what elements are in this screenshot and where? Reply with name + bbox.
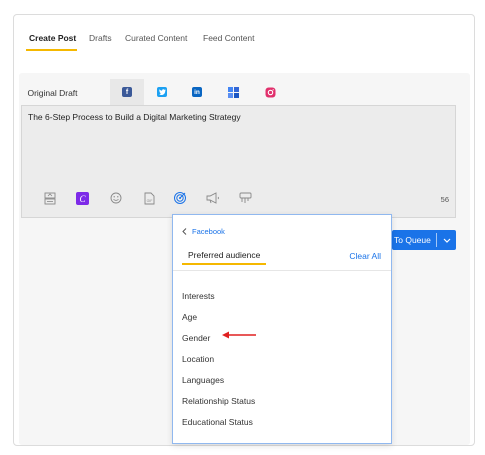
megaphone-icon[interactable]: [206, 191, 220, 205]
svg-text:C: C: [79, 194, 86, 204]
add-to-queue-label: To Queue: [394, 235, 431, 245]
back-to-facebook-link[interactable]: Facebook: [182, 227, 225, 236]
twitter-icon: [157, 87, 167, 97]
tab-linkedin[interactable]: in: [180, 79, 214, 105]
post-editor[interactable]: The 6-Step Process to Build a Digital Ma…: [21, 105, 456, 218]
tab-twitter[interactable]: [145, 79, 179, 105]
chevron-down-icon: [443, 238, 450, 243]
audience-option-location[interactable]: Location: [182, 354, 214, 364]
media-upload-icon[interactable]: [43, 191, 57, 205]
audience-option-relationship-status[interactable]: Relationship Status: [182, 396, 255, 406]
tab-drafts[interactable]: Drafts: [89, 33, 112, 43]
audience-option-educational-status[interactable]: Educational Status: [182, 417, 253, 427]
audience-option-interests[interactable]: Interests: [182, 291, 215, 301]
hashtag-icon[interactable]: [238, 191, 252, 205]
add-to-queue-button[interactable]: To Queue: [392, 230, 456, 250]
tab-instagram[interactable]: [253, 79, 287, 105]
post-text[interactable]: The 6-Step Process to Build a Digital Ma…: [28, 112, 241, 122]
tab-curated-content[interactable]: Curated Content: [125, 33, 187, 43]
dropdown-divider: [173, 270, 391, 271]
annotation-arrow-icon: [222, 331, 256, 339]
audience-option-languages[interactable]: Languages: [182, 375, 224, 385]
audience-option-gender[interactable]: Gender: [182, 333, 210, 343]
tab-feed-content[interactable]: Feed Content: [203, 33, 255, 43]
audience-targeting-dropdown: Facebook Preferred audience Clear All In…: [172, 214, 392, 444]
linkedin-icon: in: [192, 87, 202, 97]
composer-tabs: Create Post Drafts Curated Content Feed …: [14, 15, 474, 59]
active-tab-indicator: [26, 49, 77, 51]
chevron-left-icon: [182, 228, 187, 235]
audience-option-age[interactable]: Age: [182, 312, 197, 322]
svg-text:GIF: GIF: [146, 199, 152, 203]
queue-options-toggle[interactable]: [437, 238, 456, 243]
targeting-icon[interactable]: [173, 191, 187, 205]
tab-original-draft[interactable]: Original Draft: [17, 79, 88, 103]
tab-create-post[interactable]: Create Post: [29, 33, 76, 43]
google-business-icon: [227, 86, 239, 98]
facebook-icon: f: [122, 87, 132, 97]
instagram-icon: [265, 87, 275, 97]
gif-icon[interactable]: GIF: [142, 191, 156, 205]
preferred-audience-tab[interactable]: Preferred audience: [188, 250, 260, 260]
canva-icon[interactable]: C: [75, 191, 89, 205]
clear-all-link[interactable]: Clear All: [349, 251, 381, 261]
tab-google-business[interactable]: [216, 79, 250, 105]
character-count: 56: [440, 195, 449, 204]
emoji-icon[interactable]: [109, 191, 123, 205]
preferred-audience-indicator: [182, 263, 266, 265]
back-label: Facebook: [192, 227, 225, 236]
tab-facebook[interactable]: f: [110, 79, 144, 105]
